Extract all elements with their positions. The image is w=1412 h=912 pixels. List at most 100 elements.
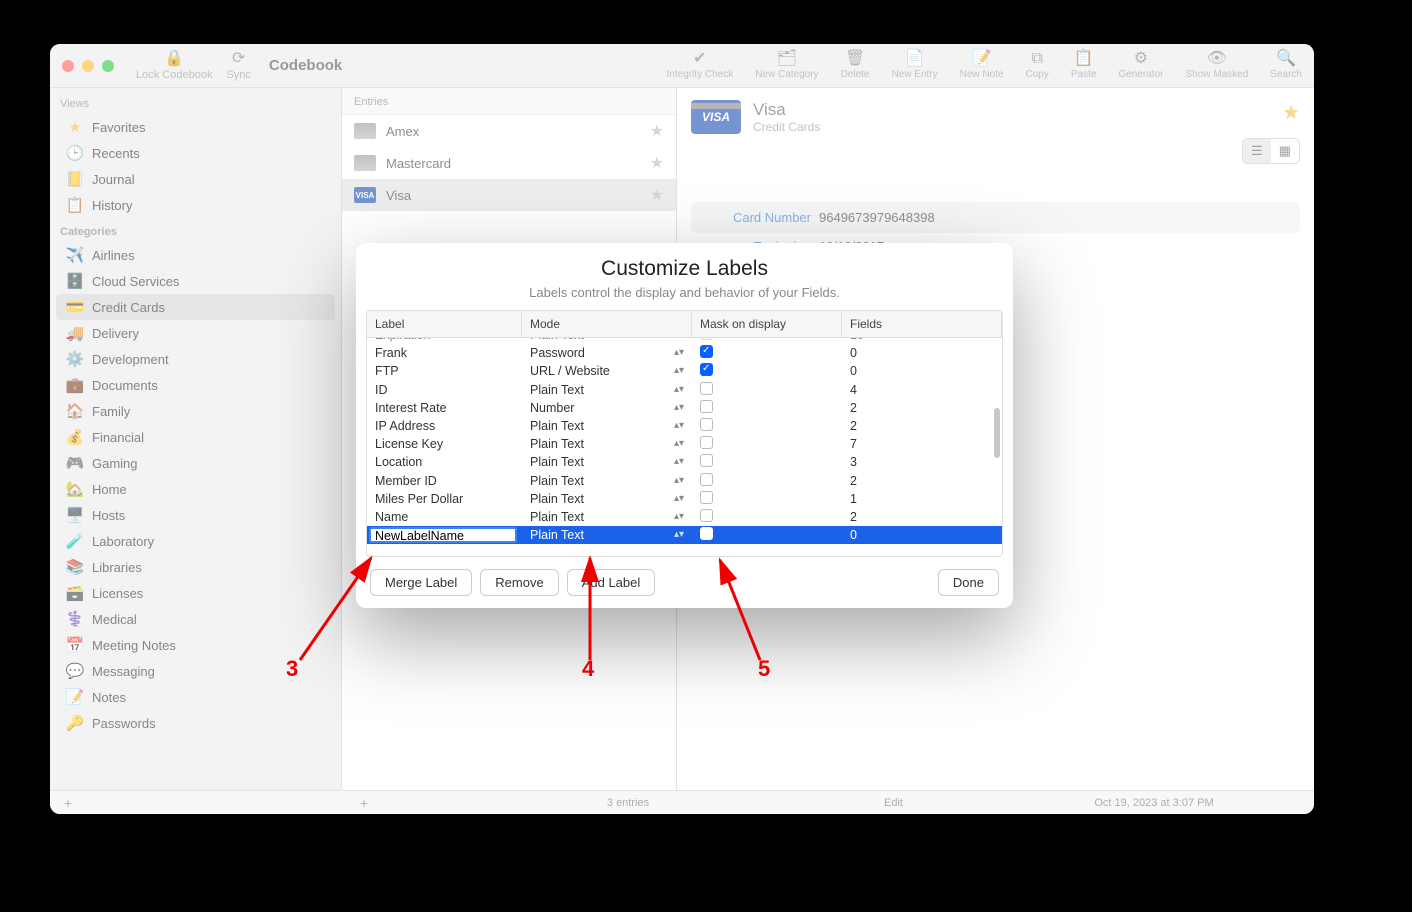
mask-cell[interactable] — [692, 382, 842, 398]
new-entry-button[interactable]: 📄New Entry — [891, 51, 937, 80]
add-label-button[interactable]: Add Label — [567, 569, 656, 596]
sidebar-category-home[interactable]: 🏡Home — [56, 476, 335, 502]
field-row[interactable]: Card Number9649673979648398 — [691, 202, 1300, 233]
mask-cell[interactable] — [692, 527, 842, 543]
label-name-input[interactable]: NewLabelName — [369, 527, 517, 543]
window-controls[interactable] — [62, 60, 114, 72]
merge-label-button[interactable]: Merge Label — [370, 569, 472, 596]
add-entry-button[interactable]: + — [356, 795, 372, 811]
search-button[interactable]: 🔍Search — [1270, 51, 1302, 80]
mask-checkbox[interactable] — [700, 473, 713, 486]
sidebar-category-gaming[interactable]: 🎮Gaming — [56, 450, 335, 476]
sidebar-category-laboratory[interactable]: 🧪Laboratory — [56, 528, 335, 554]
sidebar-category-notes[interactable]: 📝Notes — [56, 684, 335, 710]
sidebar-category-hosts[interactable]: 🖥️Hosts — [56, 502, 335, 528]
sidebar-category-development[interactable]: ⚙️Development — [56, 346, 335, 372]
col-fields[interactable]: Fields — [842, 311, 1002, 337]
label-row[interactable]: Interest RateNumber▴▾2 — [367, 399, 1002, 417]
grid-view-icon[interactable]: ▦ — [1271, 139, 1299, 163]
mode-cell[interactable]: Password▴▾ — [522, 346, 692, 360]
mask-checkbox[interactable] — [700, 363, 713, 376]
copy-button[interactable]: ⧉Copy — [1026, 51, 1049, 80]
star-icon[interactable]: ★ — [650, 153, 664, 173]
mask-cell[interactable] — [692, 338, 842, 343]
label-row[interactable]: IDPlain Text▴▾4 — [367, 381, 1002, 399]
mode-cell[interactable]: Plain Text▴▾ — [522, 510, 692, 524]
mode-cell[interactable]: Plain Text▴▾ — [522, 419, 692, 433]
sidebar-view-journal[interactable]: 📒Journal — [56, 166, 335, 192]
label-row[interactable]: Member IDPlain Text▴▾2 — [367, 472, 1002, 490]
label-row[interactable]: FrankPassword▴▾0 — [367, 344, 1002, 362]
mask-checkbox[interactable] — [700, 436, 713, 449]
sidebar-category-financial[interactable]: 💰Financial — [56, 424, 335, 450]
mode-cell[interactable]: Plain Text▴▾ — [522, 492, 692, 506]
paste-button[interactable]: 📋Paste — [1071, 51, 1097, 80]
entry-amex[interactable]: Amex★ — [342, 115, 676, 147]
mask-checkbox[interactable] — [700, 454, 713, 467]
list-view-icon[interactable]: ☰ — [1243, 139, 1271, 163]
label-row[interactable]: NamePlain Text▴▾2 — [367, 508, 1002, 526]
mode-cell[interactable]: Plain Text▴▾ — [522, 338, 692, 342]
sidebar-category-meeting-notes[interactable]: 📅Meeting Notes — [56, 632, 335, 658]
label-row[interactable]: FTPURL / Website▴▾0 — [367, 362, 1002, 380]
sidebar-category-medical[interactable]: ⚕️Medical — [56, 606, 335, 632]
mask-cell[interactable] — [692, 491, 842, 507]
sidebar-view-favorites[interactable]: ★Favorites — [56, 114, 335, 140]
sidebar-category-airlines[interactable]: ✈️Airlines — [56, 242, 335, 268]
show-masked-button[interactable]: 👁Show Masked — [1185, 51, 1248, 80]
maximize-icon[interactable] — [102, 60, 114, 72]
sidebar-category-passwords[interactable]: 🔑Passwords — [56, 710, 335, 736]
mask-cell[interactable] — [692, 454, 842, 470]
mode-cell[interactable]: Plain Text▴▾ — [522, 383, 692, 397]
sidebar-category-delivery[interactable]: 🚚Delivery — [56, 320, 335, 346]
mode-cell[interactable]: URL / Website▴▾ — [522, 364, 692, 378]
label-row[interactable]: Miles Per DollarPlain Text▴▾1 — [367, 490, 1002, 508]
label-row[interactable]: License KeyPlain Text▴▾7 — [367, 435, 1002, 453]
sync-button[interactable]: ⟳ Sync — [226, 51, 250, 81]
mask-checkbox[interactable] — [700, 527, 713, 540]
view-toggle[interactable]: ☰ ▦ — [1242, 138, 1300, 164]
lock-button[interactable]: 🔒 Lock Codebook — [136, 51, 212, 81]
col-label[interactable]: Label — [367, 311, 522, 337]
sidebar-view-history[interactable]: 📋History — [56, 192, 335, 218]
mask-checkbox[interactable] — [700, 491, 713, 504]
mask-cell[interactable] — [692, 418, 842, 434]
edit-label[interactable]: Edit — [884, 797, 1004, 809]
mask-cell[interactable] — [692, 436, 842, 452]
label-row[interactable]: LocationPlain Text▴▾3 — [367, 453, 1002, 471]
add-view-button[interactable]: + — [60, 795, 76, 811]
mask-cell[interactable] — [692, 400, 842, 416]
mask-cell[interactable] — [692, 363, 842, 379]
sidebar-category-libraries[interactable]: 📚Libraries — [56, 554, 335, 580]
integrity-button[interactable]: ✔︎Integrity Check — [667, 51, 734, 80]
mode-cell[interactable]: Plain Text▴▾ — [522, 474, 692, 488]
new-note-button[interactable]: 📝New Note — [960, 51, 1004, 80]
star-icon[interactable]: ★ — [650, 121, 664, 141]
minimize-icon[interactable] — [82, 60, 94, 72]
mask-cell[interactable] — [692, 509, 842, 525]
col-mask[interactable]: Mask on display — [692, 311, 842, 337]
col-mode[interactable]: Mode — [522, 311, 692, 337]
remove-button[interactable]: Remove — [480, 569, 558, 596]
mode-cell[interactable]: Plain Text▴▾ — [522, 437, 692, 451]
entry-visa[interactable]: VISAVisa★ — [342, 179, 676, 211]
mask-cell[interactable] — [692, 473, 842, 489]
label-row[interactable]: ExpirationPlain Text▴▾10 — [367, 338, 1002, 344]
mask-checkbox[interactable] — [700, 418, 713, 431]
mask-checkbox[interactable] — [700, 338, 713, 340]
mask-checkbox[interactable] — [700, 509, 713, 522]
scrollbar-thumb[interactable] — [994, 408, 1000, 458]
done-button[interactable]: Done — [938, 569, 999, 596]
mask-checkbox[interactable] — [700, 382, 713, 395]
mode-cell[interactable]: Number▴▾ — [522, 401, 692, 415]
favorite-star-icon[interactable]: ★ — [1282, 100, 1300, 125]
entry-mastercard[interactable]: Mastercard★ — [342, 147, 676, 179]
sidebar-category-documents[interactable]: 💼Documents — [56, 372, 335, 398]
delete-button[interactable]: 🗑Delete — [841, 51, 870, 80]
mask-checkbox[interactable] — [700, 345, 713, 358]
new-category-button[interactable]: 🗂New Category — [755, 51, 818, 80]
mask-cell[interactable] — [692, 345, 842, 361]
mask-checkbox[interactable] — [700, 400, 713, 413]
star-icon[interactable]: ★ — [650, 185, 664, 205]
sidebar-category-cloud-services[interactable]: 🗄️Cloud Services — [56, 268, 335, 294]
